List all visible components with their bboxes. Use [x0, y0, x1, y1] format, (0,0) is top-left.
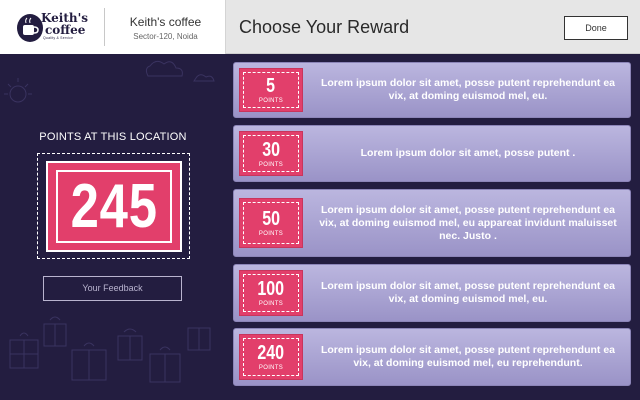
reward-card[interactable]: 100 POINTS Lorem ipsum dolor sit amet, p…	[233, 264, 631, 322]
reward-points-value: 30	[262, 138, 280, 161]
logo-wordmark: Keith's coffee	[41, 12, 101, 36]
points-box: 245	[46, 161, 182, 252]
reward-points-unit: POINTS	[258, 161, 284, 168]
reward-points-badge: 50 POINTS	[239, 198, 303, 248]
points-inner-border: 245	[56, 170, 172, 243]
rewards-list: 5 POINTS Lorem ipsum dolor sit amet, pos…	[226, 54, 640, 400]
reward-card[interactable]: 30 POINTS Lorem ipsum dolor sit amet, po…	[233, 125, 631, 182]
reward-description: Lorem ipsum dolor sit amet, posse putent…	[360, 147, 576, 159]
reward-points-unit: POINTS	[258, 231, 284, 237]
badge-inner-border: 30 POINTS	[243, 135, 299, 172]
reward-points-value: 100	[257, 278, 285, 300]
store-location: Sector-120, Noida	[133, 32, 198, 41]
reward-points-badge: 240 POINTS	[239, 334, 303, 380]
reward-points-badge: 5 POINTS	[239, 68, 303, 112]
reward-points-value: 240	[257, 342, 285, 364]
header: Choose Your Reward Done	[226, 0, 640, 54]
coffee-cup-icon	[17, 14, 43, 42]
reward-card[interactable]: 240 POINTS Lorem ipsum dolor sit amet, p…	[233, 328, 631, 386]
badge-inner-border: 240 POINTS	[243, 338, 299, 376]
logo-line-2: coffee	[45, 23, 86, 37]
left-panel: Keith's coffee Quality & Service Keith's…	[0, 0, 226, 400]
done-button[interactable]: Done	[564, 16, 628, 40]
reward-points-unit: POINTS	[258, 365, 284, 371]
reward-card[interactable]: 50 POINTS Lorem ipsum dolor sit amet, po…	[233, 189, 631, 257]
reward-description: Lorem ipsum dolor sit amet, posse putent…	[320, 280, 616, 305]
reward-description: Lorem ipsum dolor sit amet, posse putent…	[320, 77, 616, 102]
reward-points-value: 5	[266, 75, 276, 97]
reward-points-value: 50	[262, 208, 280, 230]
reward-card[interactable]: 5 POINTS Lorem ipsum dolor sit amet, pos…	[233, 62, 631, 118]
points-value: 245	[70, 171, 158, 241]
feedback-button[interactable]: Your Feedback	[43, 276, 182, 301]
reward-points-unit: POINTS	[258, 301, 284, 307]
reward-description: Lorem ipsum dolor sit amet, posse putent…	[319, 203, 617, 242]
reward-points-unit: POINTS	[258, 98, 284, 104]
store-logo: Keith's coffee Quality & Service	[17, 9, 101, 46]
reward-points-badge: 100 POINTS	[239, 270, 303, 316]
badge-inner-border: 100 POINTS	[243, 274, 299, 312]
reward-description: Lorem ipsum dolor sit amet, posse putent…	[320, 344, 616, 369]
page-title: Choose Your Reward	[239, 17, 410, 37]
logo-tagline: Quality & Service	[43, 36, 74, 40]
brand-bar: Keith's coffee Quality & Service Keith's…	[0, 0, 226, 54]
points-title: POINTS AT THIS LOCATION	[39, 131, 187, 143]
store-name: Keith's coffee	[129, 15, 202, 29]
reward-points-badge: 30 POINTS	[239, 131, 303, 176]
badge-inner-border: 5 POINTS	[243, 72, 299, 108]
badge-inner-border: 50 POINTS	[243, 202, 299, 244]
